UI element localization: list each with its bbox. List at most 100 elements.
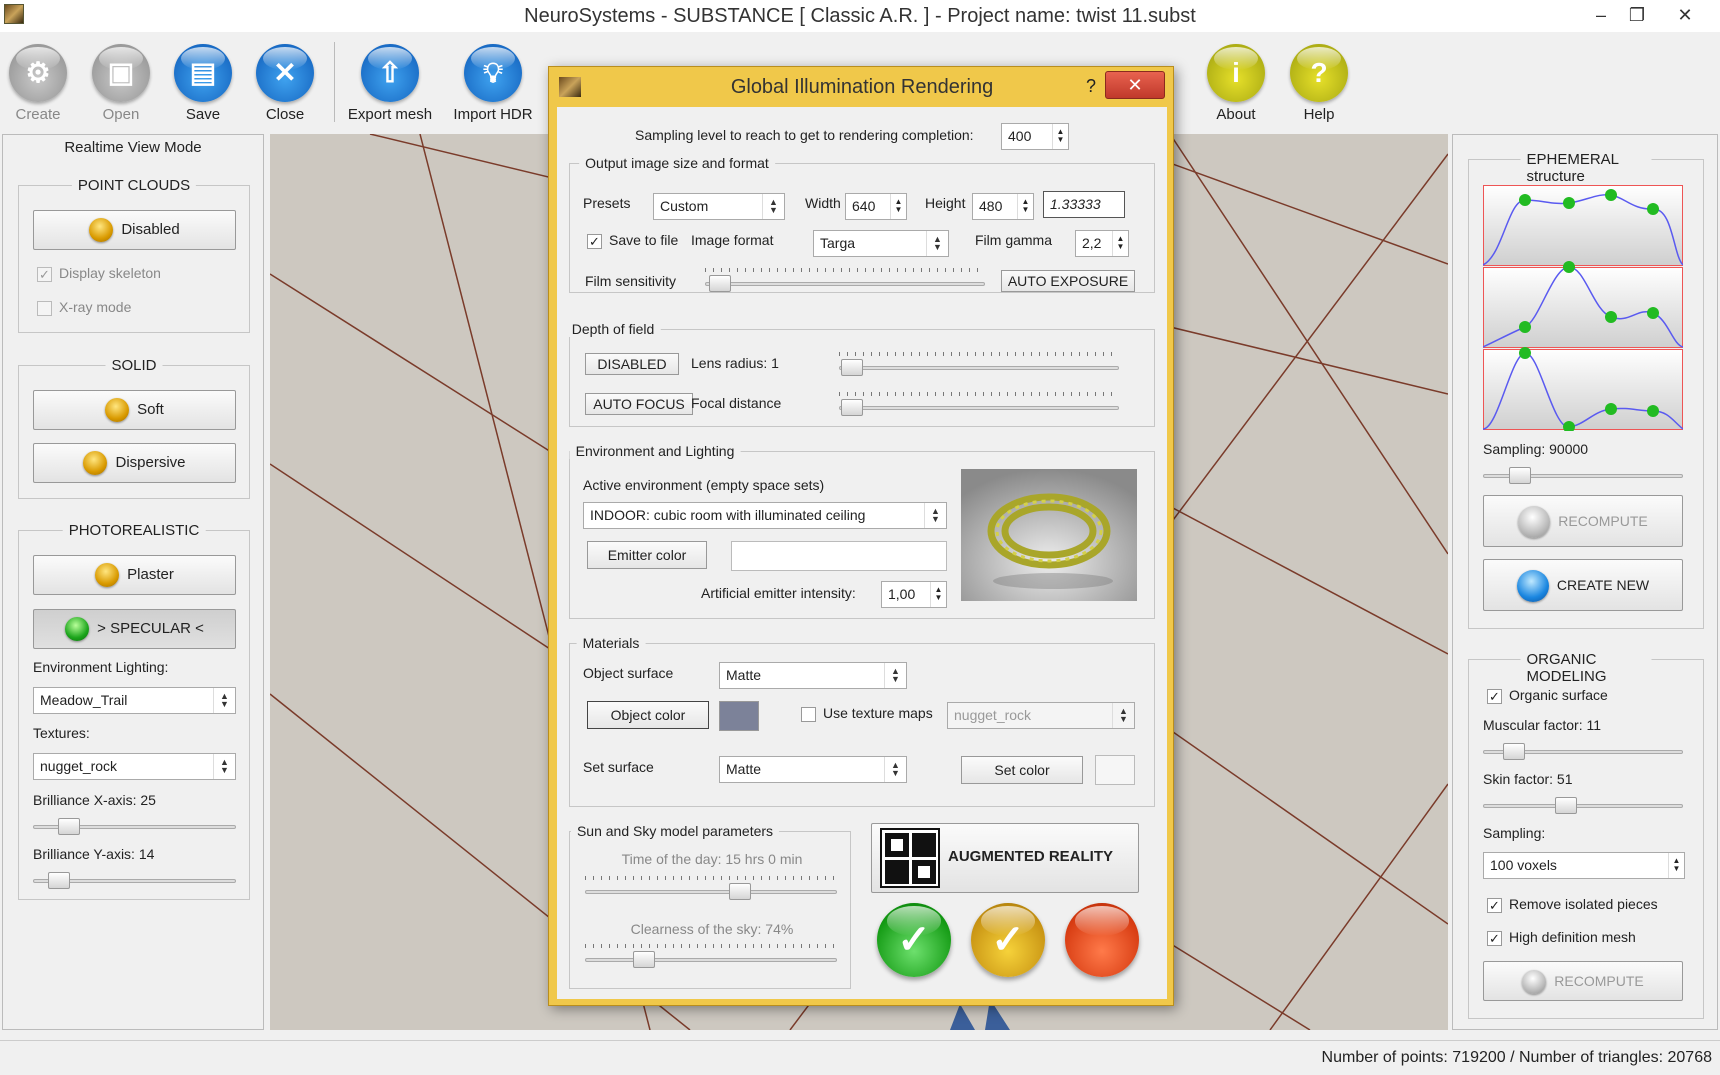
film-gamma-spinner[interactable]: 2,2 ▲ ▼ bbox=[1075, 230, 1129, 257]
set-color-swatch[interactable] bbox=[1095, 755, 1135, 785]
image-format-select[interactable]: Targa ▲ ▼ bbox=[813, 230, 949, 257]
intensity-label: Artificial emitter intensity: bbox=[701, 585, 856, 601]
active-env-select[interactable]: INDOOR: cubic room with illuminated ceil… bbox=[583, 502, 947, 529]
emitter-color-button[interactable]: Emitter color bbox=[587, 541, 707, 569]
organic-recompute-button[interactable]: RECOMPUTE bbox=[1483, 961, 1683, 1001]
aspect-ratio-value: 1.33333 bbox=[1050, 196, 1101, 212]
sampling-level-spinner[interactable]: 400 ▲ ▼ bbox=[1001, 123, 1069, 150]
render-preview-button[interactable]: ✓ bbox=[971, 903, 1045, 977]
specular-button[interactable]: > SPECULAR < bbox=[33, 609, 236, 649]
slider-thumb[interactable] bbox=[48, 872, 70, 889]
slider-thumb[interactable] bbox=[58, 818, 80, 835]
cancel-render-button[interactable] bbox=[1065, 903, 1139, 977]
auto-focus-button[interactable]: AUTO FOCUS bbox=[585, 393, 693, 415]
restore-button[interactable]: ❐ bbox=[1620, 2, 1654, 28]
focal-distance-slider[interactable] bbox=[839, 392, 1119, 417]
status-bar: Number of points: 719200 / Number of tri… bbox=[0, 1040, 1720, 1075]
object-color-button[interactable]: Object color bbox=[587, 701, 709, 729]
spinner-arrows-icon[interactable]: ▲ ▼ bbox=[1052, 124, 1068, 149]
about-button[interactable]: i About bbox=[1188, 34, 1284, 130]
spinner-arrows-icon[interactable]: ▲ ▼ bbox=[1668, 853, 1684, 878]
organic-sampling-spinner[interactable]: 100 voxels ▲ ▼ bbox=[1483, 852, 1685, 879]
slider-thumb[interactable] bbox=[1555, 797, 1577, 814]
intensity-spinner[interactable]: 1,00 ▲ ▼ bbox=[881, 581, 947, 608]
remove-isolated-checkbox[interactable]: ✓ bbox=[1487, 898, 1502, 913]
dialog-help-button[interactable]: ? bbox=[1077, 73, 1105, 99]
status-led-icon bbox=[1516, 570, 1549, 603]
export-mesh-button[interactable]: ⇧ Export mesh bbox=[342, 34, 438, 130]
slider-thumb[interactable] bbox=[1509, 467, 1531, 484]
ephemeral-sampling-slider[interactable] bbox=[1483, 465, 1683, 485]
textures-select[interactable]: nugget_rock ▲ ▼ bbox=[33, 753, 236, 780]
height-spinner[interactable]: 480 ▲ ▼ bbox=[972, 193, 1034, 220]
slider-thumb[interactable] bbox=[1503, 743, 1525, 760]
spinner-arrows-icon[interactable]: ▲ ▼ bbox=[1112, 231, 1128, 256]
object-surface-select[interactable]: Matte ▲ ▼ bbox=[719, 662, 907, 689]
updown-arrow-icon: ▲ ▼ bbox=[884, 757, 906, 782]
plaster-button-label: Plaster bbox=[127, 566, 174, 583]
close-button[interactable]: ✕ Close bbox=[237, 34, 333, 130]
brilliance-x-slider[interactable] bbox=[33, 816, 236, 836]
save-to-file-checkbox[interactable]: ✓ bbox=[587, 234, 602, 249]
ar-marker-icon bbox=[880, 828, 940, 888]
dialog-close-button[interactable]: ✕ bbox=[1105, 71, 1165, 99]
lens-radius-slider[interactable] bbox=[839, 352, 1119, 377]
organic-surface-label: Organic surface bbox=[1509, 687, 1608, 703]
right-panel: EPHEMERAL structure Sampling: 90000 RECO… bbox=[1452, 134, 1718, 1030]
hd-mesh-checkbox[interactable]: ✓ bbox=[1487, 931, 1502, 946]
aspect-ratio-field[interactable]: 1.33333 bbox=[1043, 191, 1125, 218]
augmented-reality-button[interactable]: AUGMENTED REALITY bbox=[871, 823, 1139, 893]
presets-select[interactable]: Custom ▲ ▼ bbox=[653, 193, 785, 220]
point-clouds-title: POINT CLOUDS bbox=[71, 177, 197, 194]
set-surface-select[interactable]: Matte ▲ ▼ bbox=[719, 756, 907, 783]
ephemeral-curves[interactable] bbox=[1483, 185, 1683, 431]
slider-thumb[interactable] bbox=[841, 359, 863, 376]
dof-disabled-button[interactable]: DISABLED bbox=[585, 353, 679, 375]
help-button[interactable]: ? Help bbox=[1271, 34, 1367, 130]
sampling-level-label: Sampling level to reach to get to render… bbox=[635, 127, 974, 143]
sky-clearness-slider[interactable] bbox=[585, 944, 837, 969]
display-skeleton-checkbox[interactable]: ✓ bbox=[37, 267, 52, 282]
object-color-swatch[interactable] bbox=[719, 701, 759, 731]
skin-slider[interactable] bbox=[1483, 795, 1683, 815]
dispersive-button[interactable]: Dispersive bbox=[33, 443, 236, 483]
slider-thumb[interactable] bbox=[729, 883, 751, 900]
render-ok-button[interactable]: ✓ bbox=[877, 903, 951, 977]
create-new-button[interactable]: CREATE NEW bbox=[1483, 559, 1683, 611]
slider-thumb[interactable] bbox=[841, 399, 863, 416]
disabled-button[interactable]: Disabled bbox=[33, 210, 236, 250]
updown-arrow-icon: ▲ ▼ bbox=[213, 754, 235, 779]
updown-arrow-icon: ▲ ▼ bbox=[926, 231, 948, 256]
width-spinner[interactable]: 640 ▲ ▼ bbox=[845, 193, 907, 220]
time-of-day-slider[interactable] bbox=[585, 876, 837, 901]
status-text: Number of points: 719200 / Number of tri… bbox=[1321, 1049, 1712, 1066]
spinner-arrows-icon[interactable]: ▲ ▼ bbox=[930, 582, 946, 607]
slider-thumb[interactable] bbox=[709, 275, 731, 292]
set-color-button[interactable]: Set color bbox=[961, 756, 1083, 784]
ephemeral-recompute-button[interactable]: RECOMPUTE bbox=[1483, 495, 1683, 547]
solid-title: SOLID bbox=[105, 357, 163, 374]
xray-checkbox[interactable] bbox=[37, 301, 52, 316]
emitter-color-swatch[interactable] bbox=[731, 541, 947, 571]
film-sensitivity-slider[interactable] bbox=[705, 268, 985, 293]
import-hdr-button[interactable]: 💡︎ Import HDR bbox=[445, 34, 541, 130]
close-window-button[interactable]: ✕ bbox=[1668, 2, 1702, 28]
plaster-button[interactable]: Plaster bbox=[33, 555, 236, 595]
minimize-button[interactable]: – bbox=[1584, 2, 1618, 28]
texture-map-select[interactable]: nugget_rock ▲ ▼ bbox=[947, 702, 1135, 729]
brilliance-y-slider[interactable] bbox=[33, 870, 236, 890]
info-icon: i bbox=[1207, 44, 1265, 102]
muscular-slider[interactable] bbox=[1483, 741, 1683, 761]
organic-surface-checkbox[interactable]: ✓ bbox=[1487, 689, 1502, 704]
spinner-arrows-icon[interactable]: ▲ ▼ bbox=[890, 194, 906, 219]
object-surface-label: Object surface bbox=[583, 665, 674, 681]
import-hdr-label: Import HDR bbox=[453, 106, 533, 123]
use-texture-maps-checkbox[interactable] bbox=[801, 707, 816, 722]
brilliance-x-label: Brilliance X-axis: 25 bbox=[33, 792, 156, 808]
checkmark-icon: ✓ bbox=[897, 918, 931, 962]
spinner-arrows-icon[interactable]: ▲ ▼ bbox=[1017, 194, 1033, 219]
slider-thumb[interactable] bbox=[633, 951, 655, 968]
soft-button[interactable]: Soft bbox=[33, 390, 236, 430]
auto-exposure-button[interactable]: AUTO EXPOSURE bbox=[1001, 270, 1135, 292]
env-lighting-select[interactable]: Meadow_Trail ▲ ▼ bbox=[33, 687, 236, 714]
